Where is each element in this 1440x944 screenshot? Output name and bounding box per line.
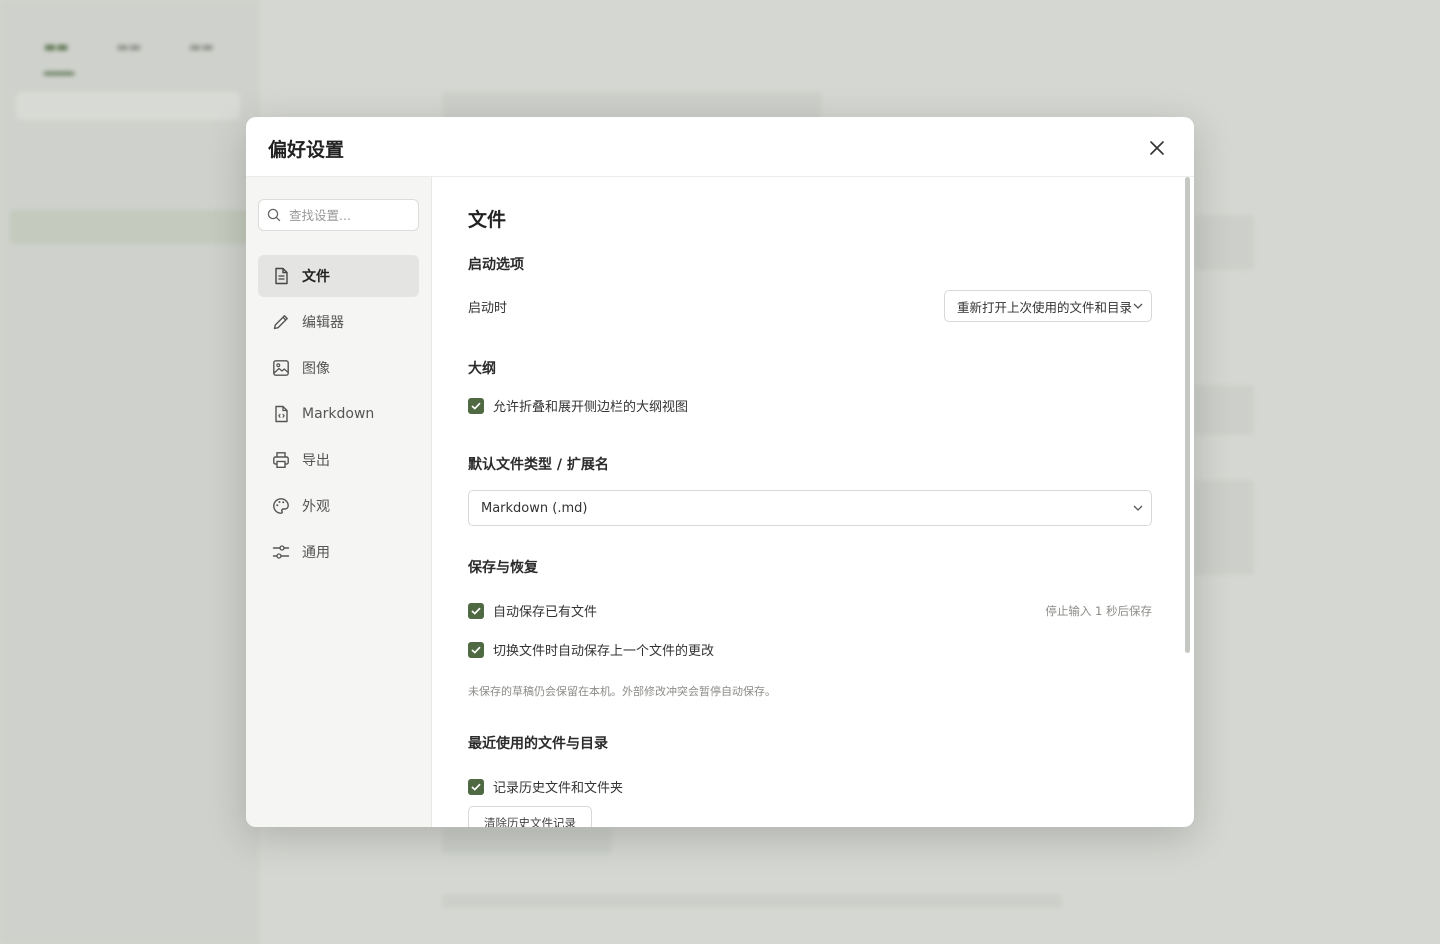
recent-checkbox-label: 记录历史文件和文件夹 [493, 781, 624, 796]
default-type-heading: 默认文件类型 / 扩展名 [468, 457, 609, 473]
background-heading-block [442, 828, 612, 854]
outline-checkbox-row[interactable]: 允许折叠和展开侧边栏的大纲视图 [468, 396, 1152, 415]
outline-checkbox[interactable] [468, 397, 484, 414]
save-heading: 保存与恢复 [468, 560, 538, 576]
chevron-down-icon [1133, 303, 1143, 309]
switch-save-checkbox-row[interactable]: 切换文件时自动保存上一个文件的更改 [468, 640, 1152, 659]
autosave-checkbox[interactable] [468, 602, 484, 619]
default-type-select[interactable]: Markdown (.md) [468, 490, 1152, 526]
dialog-title: 偏好设置 [268, 139, 345, 161]
background-tab: ▬▬ [116, 40, 142, 55]
nav-item-label: 通用 [302, 545, 330, 561]
nav-item-editor[interactable]: 编辑器 [258, 301, 419, 343]
nav-item-file[interactable]: 文件 [258, 255, 419, 297]
background-tree-item [10, 312, 250, 346]
nav-item-label: Markdown [302, 406, 375, 422]
checkmark-icon [471, 402, 481, 410]
background-block [1194, 480, 1254, 575]
background-sidebar: ▬▬ ▬▬ ▬▬ [0, 0, 260, 944]
dialog-body: 文件 编辑器 图像 M [246, 177, 1194, 827]
clear-history-button[interactable]: 清除历史文件记录 [468, 806, 592, 827]
close-icon [1150, 141, 1164, 155]
outline-checkbox-label: 允许折叠和展开侧边栏的大纲视图 [493, 400, 689, 415]
nav-item-label: 文件 [302, 269, 330, 285]
autosave-row: 自动保存已有文件 停止输入 1 秒后保存 [468, 601, 1152, 620]
nav-item-export[interactable]: 导出 [258, 439, 419, 481]
markdown-file-icon [272, 405, 290, 423]
startup-select[interactable]: 重新打开上次使用的文件和目录 [944, 290, 1152, 322]
background-heading-block [442, 92, 822, 120]
settings-search[interactable] [258, 199, 419, 231]
settings-content: 文件 启动选项 启动时 重新打开上次使用的文件和目录 大纲 允许折叠和展开侧边栏… [432, 177, 1194, 827]
nav-item-label: 图像 [302, 361, 330, 377]
pencil-icon [272, 313, 290, 331]
startup-label: 启动时 [468, 300, 508, 316]
file-text-icon [272, 267, 290, 285]
sliders-icon [272, 543, 290, 561]
chevron-down-icon [1133, 505, 1143, 511]
autosave-checkbox-row[interactable]: 自动保存已有文件 [468, 601, 597, 620]
checkmark-icon [471, 783, 481, 791]
background-tab-underline [44, 72, 74, 75]
background-tree-item [10, 244, 250, 278]
background-tab: ▬▬ [189, 40, 214, 55]
nav-item-appearance[interactable]: 外观 [258, 485, 419, 527]
autosave-hint: 停止输入 1 秒后保存 [1045, 603, 1152, 618]
settings-search-input[interactable] [289, 207, 409, 223]
section-title: 文件 [468, 209, 507, 231]
save-note: 未保存的草稿仍会保留在本机。外部修改冲突会暂停自动保存。 [468, 685, 776, 698]
checkmark-icon [471, 646, 481, 654]
close-button[interactable] [1144, 135, 1170, 161]
nav-item-label: 导出 [302, 453, 330, 469]
preferences-dialog: 偏好设置 文件 [246, 117, 1194, 827]
background-block [1194, 385, 1254, 435]
background-tree-item [10, 210, 250, 244]
recent-heading: 最近使用的文件与目录 [468, 736, 608, 752]
default-type-select-value: Markdown (.md) [481, 500, 588, 516]
background-paragraph-block [442, 894, 1062, 908]
printer-icon [272, 451, 290, 469]
settings-nav-list: 文件 编辑器 图像 Markdown 导出 外观 通用 [258, 255, 419, 573]
background-block [1194, 215, 1254, 270]
background-tabs: ▬▬ ▬▬ ▬▬ [44, 40, 214, 55]
nav-item-markdown[interactable]: Markdown [258, 393, 419, 435]
outline-heading: 大纲 [468, 361, 496, 377]
settings-nav: 文件 编辑器 图像 M [246, 177, 432, 827]
background-tree-item [10, 346, 250, 380]
checkmark-icon [471, 607, 481, 615]
background-tab: ▬▬ [44, 40, 69, 55]
nav-item-label: 编辑器 [302, 315, 344, 331]
content-scrollbar[interactable] [1185, 177, 1190, 653]
nav-item-image[interactable]: 图像 [258, 347, 419, 389]
recent-checkbox[interactable] [468, 778, 484, 795]
autosave-checkbox-label: 自动保存已有文件 [493, 605, 598, 620]
background-file-tree [10, 176, 250, 380]
startup-select-value: 重新打开上次使用的文件和目录 [957, 299, 1133, 315]
dialog-header: 偏好设置 [246, 117, 1194, 177]
startup-heading: 启动选项 [468, 257, 524, 273]
startup-row: 启动时 重新打开上次使用的文件和目录 [468, 290, 1152, 322]
nav-item-general[interactable]: 通用 [258, 531, 419, 573]
background-search [16, 92, 240, 120]
image-icon [272, 359, 290, 377]
nav-item-label: 外观 [302, 499, 330, 515]
recent-checkbox-row[interactable]: 记录历史文件和文件夹 [468, 777, 1152, 796]
background-tree-item [10, 176, 250, 210]
palette-icon [272, 497, 290, 515]
switch-save-checkbox[interactable] [468, 641, 484, 658]
search-icon [267, 208, 281, 222]
switch-save-checkbox-label: 切换文件时自动保存上一个文件的更改 [493, 644, 715, 659]
background-tree-item [10, 278, 250, 312]
